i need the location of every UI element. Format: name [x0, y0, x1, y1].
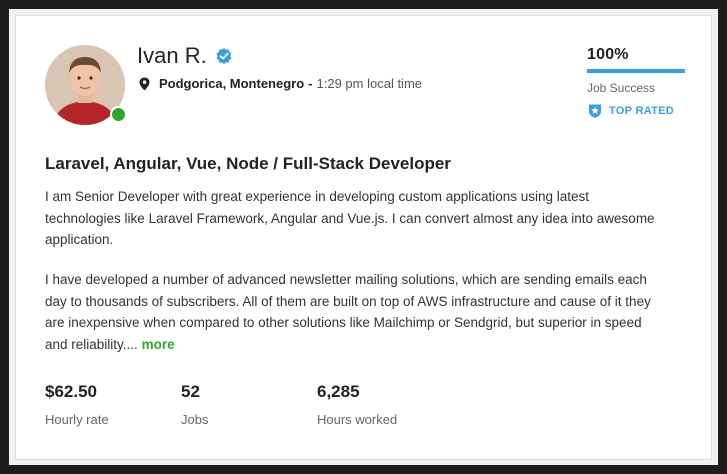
description-paragraph-2-text: I have developed a number of advanced ne… [45, 272, 651, 352]
map-pin-icon [139, 77, 150, 91]
location-separator: - [308, 76, 313, 91]
job-success-label: Job Success [587, 81, 656, 95]
job-success-bar [587, 69, 685, 73]
stat-hours-worked: 6,285 Hours worked [317, 382, 397, 427]
jobs-value: 52 [181, 382, 200, 401]
freelancer-name[interactable]: Ivan R. [137, 43, 207, 69]
description-paragraph-1: I am Senior Developer with great experie… [45, 189, 655, 248]
local-time: 1:29 pm local time [316, 76, 423, 91]
hourly-rate-label: Hourly rate [45, 412, 109, 427]
top-rated-label: TOP RATED [609, 105, 675, 117]
hourly-rate-value: $62.50 [45, 382, 97, 401]
jobs-label: Jobs [181, 412, 209, 427]
job-success-bar-fill [587, 69, 685, 73]
freelancer-name-row: Ivan R. [137, 43, 233, 69]
job-success-percent: 100% [587, 46, 629, 63]
avatar-container[interactable] [45, 45, 127, 125]
location-city: Podgorica, Montenegro [159, 76, 305, 91]
verified-badge-icon [215, 47, 233, 65]
more-link[interactable]: more [142, 337, 175, 352]
job-success-panel: 100% Job Success TOP RATED [587, 46, 685, 119]
stat-jobs: 52 Jobs [181, 382, 208, 427]
hours-worked-value: 6,285 [317, 382, 360, 401]
location-row: Podgorica, Montenegro -1:29 pm local time [139, 76, 422, 91]
profile-headline[interactable]: Laravel, Angular, Vue, Node / Full-Stack… [45, 154, 451, 174]
online-status-dot [110, 106, 127, 123]
description-paragraph-2: I have developed a number of advanced ne… [45, 269, 665, 355]
freelancer-profile-card: Ivan R. Podgorica, Montenegro -1:29 pm lo… [15, 15, 712, 460]
top-rated-badge[interactable]: TOP RATED [587, 103, 685, 119]
stat-hourly-rate: $62.50 Hourly rate [45, 382, 109, 427]
hours-worked-label: Hours worked [317, 412, 398, 427]
top-rated-shield-icon [587, 103, 603, 119]
